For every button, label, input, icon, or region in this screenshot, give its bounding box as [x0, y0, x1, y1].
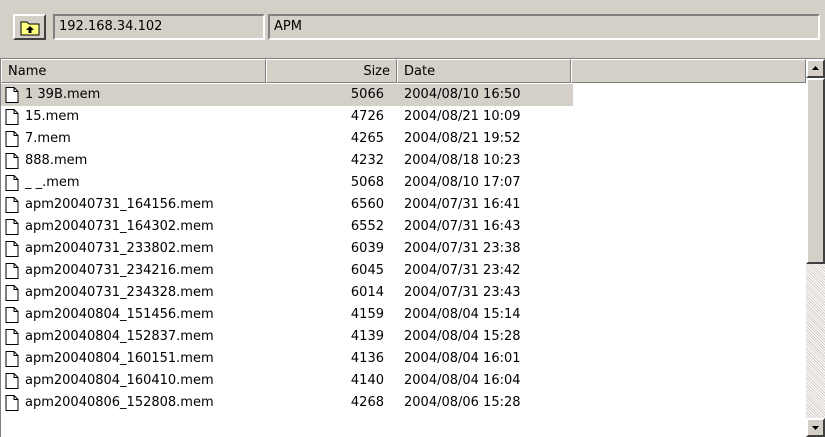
scroll-up-button[interactable]: [806, 59, 825, 78]
file-date: 2004/08/18 10:23: [404, 153, 521, 168]
toolbar: 192.168.34.102 APM: [0, 0, 825, 58]
host-address-field[interactable]: 192.168.34.102: [53, 14, 265, 40]
file-name: 888.mem: [25, 153, 88, 168]
file-size: 4726: [350, 109, 384, 124]
scroll-up-arrow-icon: [812, 66, 819, 70]
file-name: apm20040731_164302.mem: [25, 219, 214, 234]
file-icon: [5, 241, 19, 257]
column-header-date[interactable]: Date: [397, 59, 571, 83]
file-name: apm20040806_152808.mem: [25, 395, 214, 410]
folder-up-icon: [20, 21, 40, 36]
file-row[interactable]: _ _.mem 5068 2004/08/10 17:07: [1, 172, 806, 194]
file-icon: [5, 351, 19, 367]
column-header-name[interactable]: Name: [1, 59, 266, 83]
file-size: 4268: [350, 395, 384, 410]
file-date: 2004/07/31 16:43: [404, 219, 521, 234]
file-icon: [5, 307, 19, 323]
file-date: 2004/08/04 16:04: [404, 373, 521, 388]
file-icon: [5, 373, 19, 389]
file-name: apm20040731_234328.mem: [25, 285, 214, 300]
file-row[interactable]: apm20040804_160410.mem 4140 2004/08/04 16:…: [1, 370, 806, 392]
current-path-field[interactable]: APM: [268, 14, 820, 40]
column-header-empty[interactable]: [571, 59, 806, 83]
file-icon: [5, 175, 19, 191]
vertical-scrollbar[interactable]: [806, 59, 825, 437]
file-name: _ _.mem: [25, 175, 80, 190]
file-size: 4159: [350, 307, 384, 322]
file-row[interactable]: apm20040731_234216.mem 6045 2004/07/31 23:…: [1, 260, 806, 282]
file-size: 5068: [350, 175, 384, 190]
file-icon: [5, 329, 19, 345]
file-size: 5066: [350, 87, 384, 102]
file-row[interactable]: apm20040731_234328.mem 6014 2004/07/31 23:…: [1, 282, 806, 304]
file-date: 2004/07/31 23:38: [404, 241, 521, 256]
file-row[interactable]: apm20040731_233802.mem 6039 2004/07/31 23:…: [1, 238, 806, 260]
file-size: 4232: [350, 153, 384, 168]
file-size: 4265: [350, 131, 384, 146]
file-size: 4139: [350, 329, 384, 344]
file-icon: [5, 285, 19, 301]
file-icon: [5, 109, 19, 125]
file-icon: [5, 153, 19, 169]
file-row[interactable]: apm20040804_160151.mem 4136 2004/08/04 16:…: [1, 348, 806, 370]
file-row[interactable]: 888.mem 4232 2004/08/18 10:23: [1, 150, 806, 172]
file-row[interactable]: apm20040731_164302.mem 6552 2004/07/31 16:…: [1, 216, 806, 238]
file-date: 2004/08/21 19:52: [404, 131, 521, 146]
file-date: 2004/08/04 15:14: [404, 307, 521, 322]
file-size: 6014: [350, 285, 384, 300]
file-date: 2004/08/10 16:50: [404, 87, 521, 102]
file-name: 1 39B.mem: [25, 87, 101, 102]
file-row[interactable]: apm20040806_152808.mem 4268 2004/08/06 15:…: [1, 392, 806, 414]
file-date: 2004/08/04 15:28: [404, 329, 521, 344]
file-list[interactable]: Name Size Date 1 39B.mem 5066 2004/08/10 1…: [0, 58, 825, 437]
file-date: 2004/08/06 15:28: [404, 395, 521, 410]
file-size: 6045: [350, 263, 384, 278]
file-date: 2004/08/04 16:01: [404, 351, 521, 366]
file-row[interactable]: apm20040804_152837.mem 4139 2004/08/04 15:…: [1, 326, 806, 348]
file-date: 2004/07/31 23:43: [404, 285, 521, 300]
file-name: 15.mem: [25, 109, 79, 124]
file-size: 6560: [350, 197, 384, 212]
file-name: apm20040731_233802.mem: [25, 241, 214, 256]
file-row[interactable]: apm20040804_151456.mem 4159 2004/08/04 15:…: [1, 304, 806, 326]
file-row[interactable]: apm20040731_164156.mem 6560 2004/07/31 16:…: [1, 194, 806, 216]
parent-folder-button[interactable]: [13, 14, 46, 40]
file-name: apm20040804_160151.mem: [25, 351, 214, 366]
file-name: apm20040804_151456.mem: [25, 307, 214, 322]
file-icon: [5, 219, 19, 235]
file-row[interactable]: 1 39B.mem 5066 2004/08/10 16:50: [1, 84, 806, 106]
file-name: apm20040804_152837.mem: [25, 329, 214, 344]
file-icon: [5, 87, 19, 103]
scroll-down-button[interactable]: [806, 418, 825, 437]
file-name: apm20040731_164156.mem: [25, 197, 214, 212]
file-date: 2004/07/31 23:42: [404, 263, 521, 278]
scroll-down-arrow-icon: [812, 426, 819, 430]
file-date: 2004/07/31 16:41: [404, 197, 521, 212]
file-date: 2004/08/21 10:09: [404, 109, 521, 124]
file-icon: [5, 197, 19, 213]
column-header-size[interactable]: Size: [266, 59, 397, 83]
file-size: 6039: [350, 241, 384, 256]
file-icon: [5, 263, 19, 279]
file-row[interactable]: 7.mem 4265 2004/08/21 19:52: [1, 128, 806, 150]
file-rows: 1 39B.mem 5066 2004/08/10 16:50 15.mem 4726 2…: [1, 84, 806, 414]
file-name: apm20040804_160410.mem: [25, 373, 214, 388]
file-size: 4136: [350, 351, 384, 366]
file-date: 2004/08/10 17:07: [404, 175, 521, 190]
file-name: 7.mem: [25, 131, 71, 146]
list-header: Name Size Date: [1, 59, 806, 83]
file-size: 6552: [350, 219, 384, 234]
file-icon: [5, 395, 19, 411]
file-size: 4140: [350, 373, 384, 388]
file-name: apm20040731_234216.mem: [25, 263, 214, 278]
file-row[interactable]: 15.mem 4726 2004/08/21 10:09: [1, 106, 806, 128]
scrollbar-thumb[interactable]: [806, 78, 825, 264]
file-icon: [5, 131, 19, 147]
